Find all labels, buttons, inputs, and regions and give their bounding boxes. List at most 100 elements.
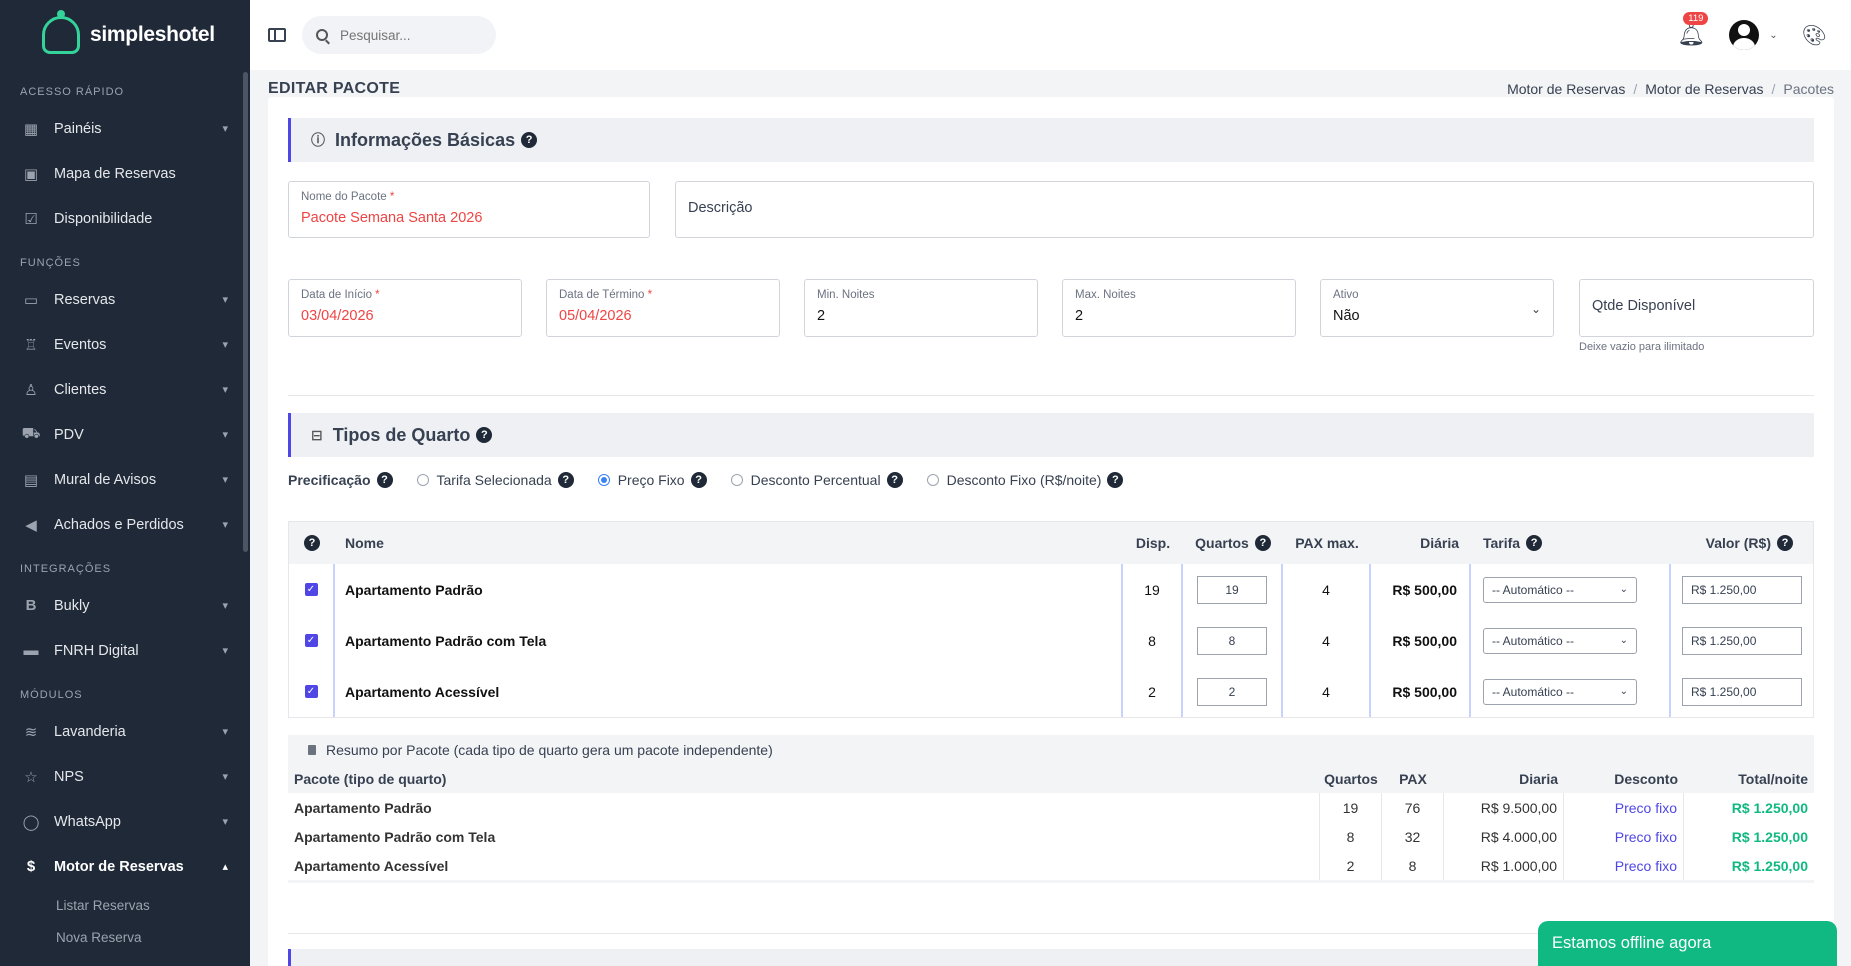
room-pax: 4 [1283,564,1371,615]
user-icon: ♙ [24,381,38,399]
breadcrumb-item-motor-reservas-2[interactable]: Motor de Reservas [1645,81,1763,97]
room-rate-select[interactable]: -- Automático -- ⌄ [1483,678,1637,705]
sidebar-item-mural-avisos[interactable]: ▤ Mural de Avisos ▾ [0,457,250,502]
search-input[interactable] [340,27,480,43]
help-icon[interactable]: ? [1107,472,1124,488]
chevron-down-icon: ▾ [222,294,228,306]
chat-offline-widget[interactable]: Estamos offline agora [1538,921,1837,966]
room-quantity-cell: 8 [1183,615,1283,666]
help-icon[interactable]: ? [304,535,320,551]
room-quantity-input[interactable]: 19 [1197,575,1267,604]
summary-row: Apartamento Padrão 19 76 R$ 9.500,00 Pre… [288,793,1814,822]
sidebar-subitem-listar-reservas[interactable]: Listar Reservas [0,889,250,921]
sidebar-item-achados-perdidos[interactable]: ◀ Achados e Perdidos ▾ [0,502,250,547]
package-name-label: Nome do Pacote * [301,191,394,203]
calendar-check-icon: ☑ [24,210,38,228]
sidebar-item-label: Disponibilidade [54,210,153,227]
sidebar-item-nps[interactable]: ☆ NPS ▾ [0,754,250,799]
radio-desconto-percentual[interactable]: Desconto Percentual? [730,472,903,488]
summary-name: Apartamento Padrão [288,793,1320,822]
sidebar-item-disponibilidade[interactable]: ☑ Disponibilidade [0,196,250,241]
row-checkbox[interactable]: ✓ [304,583,318,596]
description-field[interactable]: Descrição [675,181,1814,238]
package-name-field[interactable]: Nome do Pacote * Pacote Semana Santa 202… [288,181,650,238]
room-rate-select[interactable]: -- Automático -- ⌄ [1483,576,1637,603]
min-nights-value: 2 [817,308,826,324]
help-icon[interactable]: ? [1526,535,1543,551]
room-types-table: ? Nome Disp. Quartos? PAX max. Diária Ta… [288,521,1814,718]
quantity-available-field[interactable]: Qtde Disponível [1579,279,1814,337]
table-row: ✓ Apartamento Padrão 19 19 4 R$ 500,00 -… [289,564,1813,615]
sidebar-item-eventos[interactable]: ♖ Eventos ▾ [0,322,250,367]
sidebar-item-mapa-reservas[interactable]: ▣ Mapa de Reservas [0,151,250,196]
sidebar-item-fnrh-digital[interactable]: ▬ FNRH Digital ▾ [0,628,250,673]
help-icon[interactable]: ? [1777,535,1793,551]
id-card-icon: ▬ [23,642,39,659]
search-box[interactable] [302,16,496,54]
sidebar-item-reservas[interactable]: ▭ Reservas ▾ [0,277,250,322]
sidebar-item-lavanderia[interactable]: ≋ Lavanderia ▾ [0,709,250,754]
brand-logo[interactable]: simpleshotel [0,0,250,70]
sidebar-item-clientes[interactable]: ♙ Clientes ▾ [0,367,250,412]
active-select[interactable]: Ativo Não ⌄ [1320,279,1554,337]
row-checkbox[interactable]: ✓ [304,685,318,698]
breadcrumb-item-motor-reservas[interactable]: Motor de Reservas [1507,81,1625,97]
room-rate-select[interactable]: -- Automático -- ⌄ [1483,627,1637,654]
sidebar-item-whatsapp[interactable]: ◯ WhatsApp ▾ [0,799,250,844]
min-nights-field[interactable]: Min. Noites 2 [804,279,1038,337]
sidebar-item-paineis[interactable]: ▦ Painéis ▾ [0,106,250,151]
chevron-down-icon: ▾ [222,474,228,486]
help-icon[interactable]: ? [690,472,707,488]
start-date-label-text: Data de Início [301,289,372,301]
end-date-field[interactable]: Data de Término * 05/04/2026 [546,279,780,337]
sidebar-toggle-icon[interactable] [268,28,286,42]
help-icon[interactable]: ? [1254,535,1271,551]
sidebar-item-label: NPS [54,768,84,785]
summary-title-text: Resumo por Pacote (cada tipo de quarto g… [326,742,773,758]
room-quantity-input[interactable]: 2 [1197,677,1267,706]
chevron-down-icon: ⌄ [1619,686,1628,697]
notifications-button[interactable]: 🔔︎ 119 [1677,12,1709,48]
palette-icon[interactable]: 🎨︎ [1802,23,1827,48]
section-basic-info-title: Informações Básicas [335,129,516,150]
room-quantity-input[interactable]: 8 [1197,626,1267,655]
start-date-label: Data de Início * [301,289,380,301]
room-rate-value: -- Automático -- [1492,582,1575,597]
sidebar-item-bukly[interactable]: B Bukly ▾ [0,583,250,628]
dashboard-icon: ▦ [23,120,39,138]
sidebar-item-pdv[interactable]: ⛟ PDV ▾ [0,412,250,457]
room-value-input[interactable]: R$ 1.250,00 [1682,626,1802,655]
room-value-cell: R$ 1.250,00 [1671,564,1813,615]
chevron-down-icon: ⌄ [1619,635,1628,646]
max-nights-field[interactable]: Max. Noites 2 [1062,279,1296,337]
radio-desconto-fixo[interactable]: Desconto Fixo (R$/noite)? [926,472,1124,488]
summary-col-discount: Desconto [1614,771,1678,787]
sidebar-scrollbar[interactable] [243,72,248,552]
help-icon[interactable]: ? [376,472,393,488]
section-room-types-title: Tipos de Quarto [332,424,471,445]
help-icon[interactable]: ? [886,472,903,488]
help-icon[interactable]: ? [557,472,574,488]
sidebar-subitem-nova-reserva[interactable]: Nova Reserva [0,921,250,953]
cart-icon: ⛟ [21,425,41,442]
radio-tarifa-selecionada[interactable]: Tarifa Selecionada? [416,472,574,488]
help-icon[interactable]: ? [521,132,538,148]
row-checkbox[interactable]: ✓ [304,634,318,647]
radio-label: Preço Fixo [617,472,685,488]
room-value-input[interactable]: R$ 1.250,00 [1682,677,1802,706]
package-name-label-text: Nome do Pacote [301,191,387,203]
room-value-input[interactable]: R$ 1.250,00 [1682,575,1802,604]
summary-row: Apartamento Padrão com Tela 8 32 R$ 4.00… [288,822,1814,851]
start-date-value: 03/04/2026 [301,308,374,324]
summary-discount: Preco fixo [1564,851,1684,880]
radio-preco-fixo[interactable]: Preço Fixo? [597,472,707,488]
summary-title: Resumo por Pacote (cada tipo de quarto g… [288,735,1814,765]
sidebar-item-motor-reservas[interactable]: $ Motor de Reservas ▴ [0,844,250,889]
sidebar-item-label: PDV [54,426,84,443]
sidebar-item-label: Motor de Reservas [54,858,184,875]
user-menu[interactable]: ⌄ [1729,20,1778,50]
help-icon[interactable]: ? [476,427,493,443]
row-checkbox-cell: ✓ [289,666,335,717]
sidebar-item-label: FNRH Digital [54,642,139,659]
start-date-field[interactable]: Data de Início * 03/04/2026 [288,279,522,337]
